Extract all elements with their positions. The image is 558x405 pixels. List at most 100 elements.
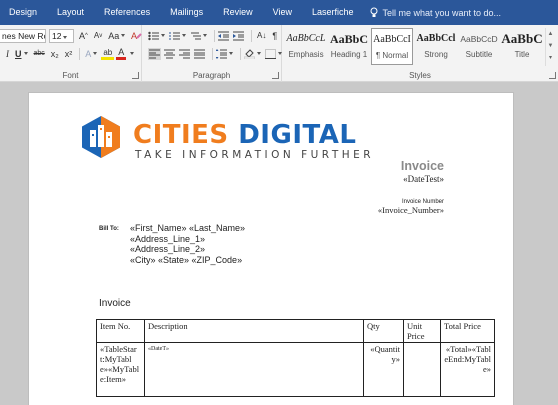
cell-total-price[interactable]: «Total»«TableEnd:MyTable» — [440, 342, 495, 397]
style-sample: AaBbCcl — [416, 33, 456, 44]
style-strong[interactable]: AaBbCcl Strong — [415, 28, 457, 65]
font-color-button[interactable]: A — [116, 47, 127, 60]
font-size-box[interactable]: 12 — [49, 28, 74, 43]
style-name: Emphasis — [288, 50, 324, 59]
justify-icon[interactable] — [194, 49, 205, 59]
cell-description[interactable]: «DateT» — [144, 342, 364, 397]
table-row: «TableStart:MyTable»«MyTable:Item» «Date… — [96, 342, 495, 397]
sort-button[interactable]: A↓ — [255, 29, 268, 43]
style-subtitle[interactable]: AaBbCcD Subtitle — [458, 28, 500, 65]
line-spacing-icon[interactable] — [216, 48, 227, 59]
lightbulb-icon — [370, 7, 377, 17]
cell-unit-price[interactable] — [403, 342, 441, 397]
bill-to-line: «Address_Line_2» — [130, 244, 206, 254]
cell-item-no[interactable]: «TableStart:MyTable»«MyTable:Item» — [96, 342, 145, 397]
grow-font-button[interactable]: A ^ — [77, 29, 90, 43]
header-qty: Qty — [363, 319, 404, 343]
sort-label: A↓ — [257, 31, 267, 40]
document-page[interactable]: CITIES DIGITAL TAKE INFORMATION FURTHER … — [28, 92, 514, 405]
style-sample: AaBbCcL — [286, 33, 326, 44]
styles-gallery-scroll[interactable]: ▲ ▼ ▾ — [545, 28, 555, 66]
align-center-icon[interactable] — [164, 49, 175, 59]
align-left-button[interactable] — [148, 47, 161, 60]
styles-group: AaBbCcL Emphasis AaBbC Heading 1 AaBbCcI… — [282, 25, 558, 82]
tab-view[interactable]: View — [263, 0, 302, 25]
style-name: Heading 1 — [330, 50, 368, 59]
tab-references[interactable]: References — [94, 0, 160, 25]
subscript-button[interactable]: x₂ — [49, 47, 61, 61]
style-heading-1[interactable]: AaBbC Heading 1 — [328, 28, 370, 65]
chevron-down-icon[interactable] — [130, 52, 135, 55]
tab-mailings[interactable]: Mailings — [160, 0, 213, 25]
style-name: Strong — [424, 50, 448, 59]
ribbon-tab-bar: Design Layout References Mailings Review… — [0, 0, 558, 25]
tell-me-search[interactable]: Tell me what you want to do... — [364, 7, 501, 18]
svg-text:A: A — [131, 31, 137, 41]
brand-name: CITIES DIGITAL — [133, 122, 356, 148]
style-name: Title — [514, 50, 530, 59]
scroll-up-icon[interactable]: ▲ — [546, 28, 555, 40]
numbering-icon[interactable] — [169, 31, 180, 41]
increase-indent-icon[interactable] — [233, 31, 244, 41]
bill-to-line: «Address_Line_1» — [130, 233, 206, 244]
strikethrough-button[interactable]: abc — [32, 47, 47, 61]
invoice-section-label: Invoice — [99, 298, 131, 309]
date-field: «DateTest» — [403, 174, 444, 184]
paragraph-dialog-launcher-icon[interactable] — [272, 72, 279, 79]
tab-review[interactable]: Review — [213, 0, 263, 25]
header-total-price: Total Price — [440, 319, 495, 343]
chevron-down-icon — [63, 35, 68, 39]
align-right-icon[interactable] — [179, 49, 190, 59]
font-group: nes New Ro 12 A ^ Av Aa A I U abc x₂ x² A… — [0, 25, 142, 82]
chevron-down-icon — [203, 34, 207, 37]
shading-icon[interactable] — [244, 48, 255, 59]
change-case-button[interactable]: Aa — [106, 29, 127, 43]
pilcrow-label: ¶ — [272, 30, 278, 41]
style-title[interactable]: AaBbC Title — [501, 28, 543, 65]
table-header-row: Item No. Description Qty Unit Price Tota… — [96, 319, 495, 343]
font-name-value: nes New Ro — [2, 30, 46, 41]
brand-tagline: TAKE INFORMATION FURTHER — [135, 149, 375, 161]
invoice-number-field: «Invoice_Number» — [377, 205, 444, 215]
font-name-box[interactable]: nes New Ro — [0, 28, 46, 43]
text-effects-button[interactable]: A — [83, 47, 99, 61]
brand-part-2: DIGITAL — [238, 120, 357, 150]
multilevel-list-icon[interactable] — [190, 31, 201, 41]
tab-laserfiche[interactable]: Laserfiche — [302, 0, 364, 25]
bill-to-label: Bill To: — [99, 226, 119, 232]
shrink-font-button[interactable]: Av — [92, 29, 104, 43]
borders-icon[interactable] — [265, 48, 276, 59]
chevron-down-icon — [121, 34, 126, 37]
font-dialog-launcher-icon[interactable] — [132, 72, 139, 79]
scroll-down-icon[interactable]: ▼ — [546, 40, 555, 52]
invoice-items-table: Item No. Description Qty Unit Price Tota… — [96, 319, 495, 397]
show-hide-button[interactable]: ¶ — [270, 29, 279, 43]
chevron-down-icon — [161, 34, 165, 37]
header-item-no: Item No. — [96, 319, 145, 343]
tab-design[interactable]: Design — [0, 0, 47, 25]
styles-dialog-launcher-icon[interactable] — [549, 72, 556, 79]
gallery-more-icon[interactable]: ▾ — [546, 52, 555, 64]
underline-button[interactable]: U — [13, 47, 30, 61]
underline-label: U — [15, 48, 22, 59]
superscript-button[interactable]: x² — [63, 47, 75, 61]
paragraph-group-label: Paragraph — [192, 71, 231, 80]
tab-layout[interactable]: Layout — [47, 0, 94, 25]
bullets-icon[interactable] — [148, 31, 159, 41]
style-emphasis[interactable]: AaBbCcL Emphasis — [285, 28, 327, 65]
italic-label: I — [6, 48, 9, 59]
bill-to-line: «City» «State» «ZIP_Code» — [130, 254, 243, 265]
highlight-button[interactable]: ab — [101, 47, 115, 60]
divider — [212, 47, 213, 60]
style-name: ¶ Normal — [375, 51, 409, 60]
text-effects-label: A — [85, 48, 92, 59]
superscript-label: x² — [64, 48, 73, 59]
cell-qty[interactable]: «Quantity» — [363, 342, 404, 397]
bill-to-address: «First_Name» «Last_Name» «Address_Line_1… — [130, 223, 245, 265]
italic-button[interactable]: I — [4, 47, 11, 61]
decrease-indent-icon[interactable] — [218, 31, 229, 41]
eraser-icon: A — [131, 31, 142, 41]
chevron-down-icon — [229, 52, 233, 55]
style-normal[interactable]: AaBbCcI ¶ Normal — [371, 28, 413, 65]
divider — [79, 47, 81, 60]
